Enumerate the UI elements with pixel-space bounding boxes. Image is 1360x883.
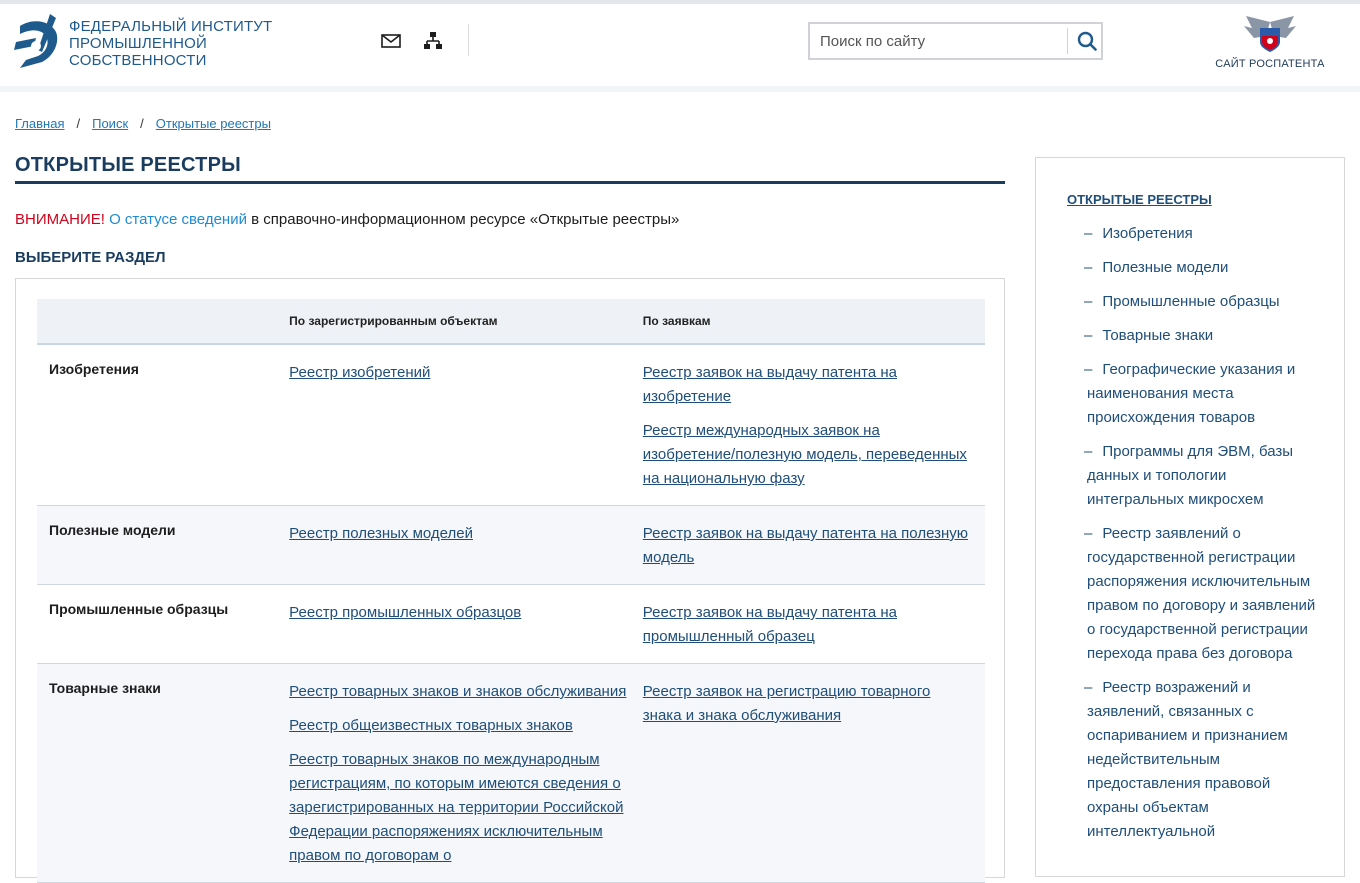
- registry-table: По зарегистрированным объектам По заявка…: [37, 299, 985, 883]
- application-links: Реестр заявок на регистрацию товарного з…: [643, 664, 985, 883]
- sidebar-item-label: Промышленные образцы: [1102, 293, 1280, 310]
- breadcrumb: Главная / Поиск / Открытые реестры: [15, 116, 271, 131]
- sidebar-item-trademarks[interactable]: – Товарные знаки: [1084, 324, 1317, 348]
- breadcrumb-home[interactable]: Главная: [15, 116, 64, 131]
- rospatent-link[interactable]: САЙТ РОСПАТЕНТА: [1210, 14, 1330, 70]
- header-shadow: [0, 86, 1360, 92]
- sidebar-item-label: Реестр заявлений о государственной регис…: [1087, 525, 1316, 662]
- sidebar-item-objections-registry[interactable]: – Реестр возражений и заявлений, связанны…: [1084, 676, 1317, 844]
- sidebar-dash: –: [1084, 293, 1093, 310]
- table-row: Полезные модели Реестр полезных моделей …: [37, 505, 985, 585]
- sidebar-item-industrial-designs[interactable]: – Промышленные образцы: [1084, 290, 1317, 314]
- table-row: Изобретения Реестр изобретений Реестр за…: [37, 344, 985, 506]
- search-icon: [1077, 31, 1097, 51]
- sidebar-dash: –: [1084, 225, 1093, 242]
- column-header-applications: По заявкам: [642, 299, 985, 345]
- registry-link[interactable]: Реестр заявок на регистрацию товарного з…: [643, 680, 971, 728]
- site-name[interactable]: ФЕДЕРАЛЬНЫЙ ИНСТИТУТ ПРОМЫШЛЕННОЙ СОБСТВ…: [69, 18, 299, 69]
- site-header: ФЕДЕРАЛЬНЫЙ ИНСТИТУТ ПРОМЫШЛЕННОЙ СОБСТВ…: [0, 4, 1360, 86]
- notice: ВНИМАНИЕ! О статусе сведений в справочно…: [15, 211, 679, 228]
- rospatent-label: САЙТ РОСПАТЕНТА: [1215, 58, 1325, 70]
- sitemap-icon: [424, 32, 442, 49]
- registry-link[interactable]: Реестр заявок на выдачу патента на изобр…: [643, 361, 971, 409]
- sidebar-item-inventions[interactable]: – Изобретения: [1084, 222, 1317, 246]
- breadcrumb-current[interactable]: Открытые реестры: [156, 116, 271, 131]
- row-category: Товарные знаки: [49, 680, 161, 696]
- registry-link[interactable]: Реестр товарных знаков по международным …: [289, 748, 629, 868]
- registry-link[interactable]: Реестр промышленных образцов: [289, 601, 629, 625]
- column-header-category: [37, 299, 290, 345]
- sidebar-item-software[interactable]: – Программы для ЭВМ, базы данных и тополо…: [1084, 440, 1317, 512]
- sidebar-dash: –: [1084, 525, 1093, 542]
- table-header-row: По зарегистрированным объектам По заявка…: [37, 299, 985, 345]
- fips-logo-icon[interactable]: [14, 12, 62, 72]
- sidebar-item-utility-models[interactable]: – Полезные модели: [1084, 256, 1317, 280]
- sidebar-item-label: Программы для ЭВМ, базы данных и тополог…: [1087, 443, 1294, 508]
- sidebar-title[interactable]: ОТКРЫТЫЕ РЕЕСТРЫ: [1067, 192, 1212, 207]
- mail-icon: [381, 34, 401, 48]
- sidebar-list: – Изобретения – Полезные модели – Промышлен…: [1084, 222, 1317, 854]
- registry-link[interactable]: Реестр заявок на выдачу патента на полез…: [643, 522, 971, 570]
- table-row: Товарные знаки Реестр товарных знаков и …: [37, 663, 985, 883]
- sidebar: ОТКРЫТЫЕ РЕЕСТРЫ – Изобретения – Полезные …: [1035, 157, 1345, 877]
- registered-links: Реестр изобретений: [289, 344, 643, 506]
- sidebar-dash: –: [1084, 327, 1093, 344]
- row-category: Полезные модели: [49, 522, 176, 538]
- registry-link[interactable]: Реестр общеизвестных товарных знаков: [289, 714, 629, 738]
- title-underline: [15, 181, 1005, 184]
- breadcrumb-separator: /: [76, 116, 81, 131]
- sidebar-item-geographical-indications[interactable]: – Географические указания и наименования …: [1084, 358, 1317, 430]
- search-button[interactable]: [1070, 24, 1103, 58]
- sidebar-item-label: Полезные модели: [1102, 259, 1229, 276]
- site-search: [808, 22, 1103, 60]
- breadcrumb-search[interactable]: Поиск: [92, 116, 128, 131]
- registered-links: Реестр полезных моделей: [289, 506, 643, 585]
- search-input[interactable]: [810, 24, 1066, 58]
- sidebar-item-label: Географические указания и наименования м…: [1087, 361, 1296, 426]
- table-row: Промышленные образцы Реестр промышленных…: [37, 585, 985, 664]
- registry-link[interactable]: Реестр полезных моделей: [289, 522, 629, 546]
- sidebar-dash: –: [1084, 679, 1093, 696]
- site-name-line: СОБСТВЕННОСТИ: [69, 52, 207, 69]
- sitemap-button[interactable]: [422, 30, 444, 52]
- application-links: Реестр заявок на выдачу патента на промы…: [643, 585, 985, 664]
- sidebar-dash: –: [1084, 361, 1093, 378]
- column-header-registered: По зарегистрированным объектам: [289, 299, 643, 345]
- search-divider: [1067, 28, 1068, 54]
- sidebar-item-label: Товарные знаки: [1102, 327, 1214, 344]
- registry-link[interactable]: Реестр товарных знаков и знаков обслужив…: [289, 680, 629, 704]
- page-title: ОТКРЫТЫЕ РЕЕСТРЫ: [15, 154, 241, 176]
- row-category: Промышленные образцы: [49, 601, 229, 617]
- registry-link[interactable]: Реестр заявок на выдачу патента на промы…: [643, 601, 971, 649]
- registered-links: Реестр товарных знаков и знаков обслужив…: [289, 664, 643, 883]
- sidebar-item-label: Реестр возражений и заявлений, связанных…: [1087, 679, 1288, 840]
- header-divider: [468, 24, 469, 56]
- application-links: Реестр заявок на выдачу патента на изобр…: [643, 344, 985, 506]
- breadcrumb-separator: /: [140, 116, 144, 131]
- sidebar-item-disposal-registry[interactable]: – Реестр заявлений о государственной реги…: [1084, 522, 1317, 666]
- sidebar-dash: –: [1084, 259, 1093, 276]
- registry-panel: По зарегистрированным объектам По заявка…: [15, 278, 1005, 883]
- application-links: Реестр заявок на выдачу патента на полез…: [643, 506, 985, 585]
- registry-link[interactable]: Реестр изобретений: [289, 361, 629, 385]
- notice-status-link[interactable]: О статусе сведений: [109, 211, 247, 228]
- site-name-line: ФЕДЕРАЛЬНЫЙ ИНСТИТУТ: [69, 18, 273, 35]
- sidebar-item-label: Изобретения: [1102, 225, 1193, 242]
- sidebar-dash: –: [1084, 443, 1093, 460]
- registry-link[interactable]: Реестр международных заявок на изобретен…: [643, 419, 971, 491]
- rospatent-emblem-icon: [1244, 16, 1296, 52]
- notice-text: в справочно-информационном ресурсе «Откр…: [246, 211, 680, 228]
- mail-button[interactable]: [380, 30, 402, 52]
- section-title: ВЫБЕРИТЕ РАЗДЕЛ: [15, 249, 166, 266]
- registered-links: Реестр промышленных образцов: [289, 585, 643, 664]
- site-name-line: ПРОМЫШЛЕННОЙ: [69, 35, 208, 52]
- notice-warning: ВНИМАНИЕ!: [15, 211, 105, 228]
- row-category: Изобретения: [49, 361, 139, 377]
